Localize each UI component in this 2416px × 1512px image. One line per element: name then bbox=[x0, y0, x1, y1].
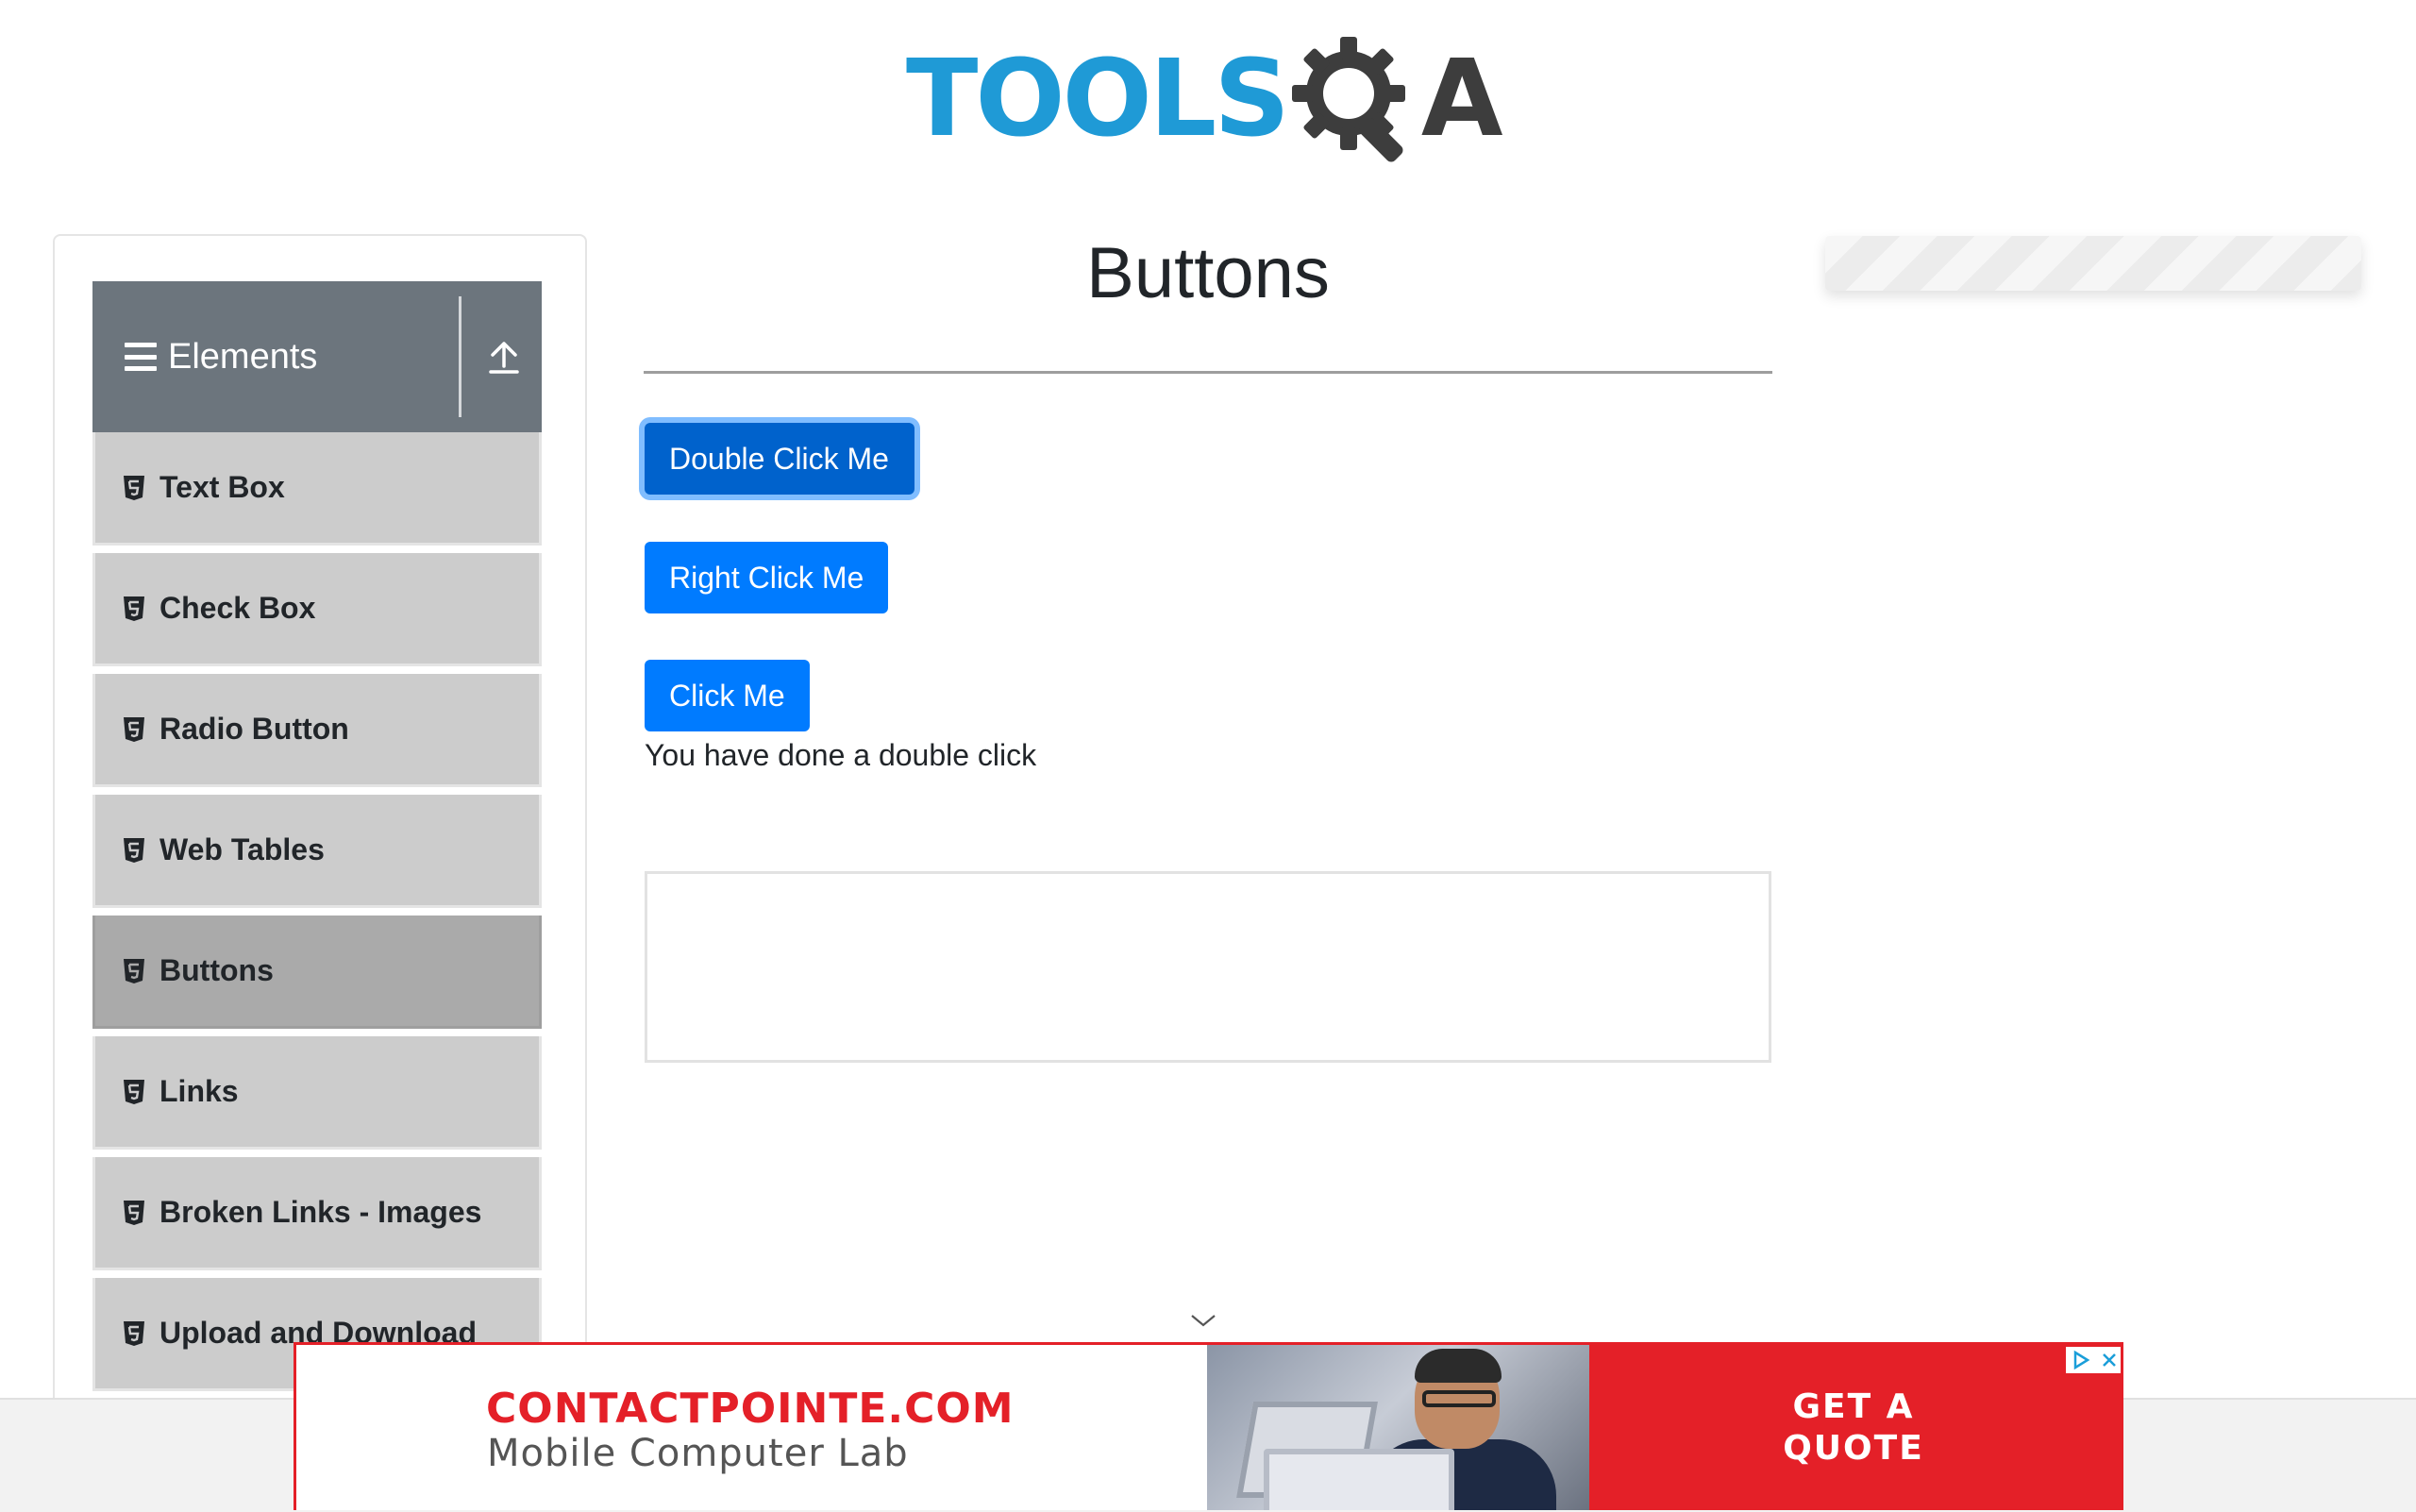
sidebar-item-label: Radio Button bbox=[159, 712, 349, 746]
title-divider bbox=[644, 371, 1772, 374]
group-title: Elements bbox=[168, 336, 318, 377]
ad-cta-text: GET A QUOTE bbox=[1589, 1386, 2118, 1470]
sidebar-item-text-box[interactable]: Text Box bbox=[92, 432, 542, 546]
html5-icon bbox=[124, 1320, 144, 1346]
ad-cta-line2: QUOTE bbox=[1783, 1429, 1924, 1468]
sidebar-item-label: Text Box bbox=[159, 470, 285, 504]
right-ad-placeholder[interactable] bbox=[1825, 236, 2361, 291]
hamburger-icon bbox=[125, 343, 157, 371]
click-me-button[interactable]: Click Me bbox=[645, 660, 810, 731]
content-placeholder-box bbox=[645, 871, 1771, 1063]
adchoices-icon[interactable] bbox=[2071, 1350, 2091, 1370]
elements-menu: Text Box Check Box Radio Button Web Tabl… bbox=[92, 432, 542, 1399]
sidebar-item-label: Web Tables bbox=[159, 832, 325, 866]
toolsqa-logo[interactable]: TOOLS A bbox=[906, 28, 1519, 170]
sidebar-item-label: Broken Links - Images bbox=[159, 1195, 482, 1229]
html5-icon bbox=[124, 1079, 144, 1104]
ad-text-panel: CONTACTPOINTE.COM Mobile Computer Lab bbox=[296, 1345, 1207, 1510]
banner-ad[interactable]: CONTACTPOINTE.COM Mobile Computer Lab GE… bbox=[294, 1342, 2123, 1510]
sidebar-item-web-tables[interactable]: Web Tables bbox=[92, 795, 542, 908]
ad-cta-line1: GET A bbox=[1792, 1387, 1915, 1426]
right-click-button[interactable]: Right Click Me bbox=[645, 542, 888, 613]
html5-icon bbox=[124, 475, 144, 500]
header-divider bbox=[459, 296, 461, 417]
ad-subtitle: Mobile Computer Lab bbox=[487, 1432, 909, 1475]
sidebar-item-broken-links[interactable]: Broken Links - Images bbox=[92, 1157, 542, 1270]
html5-icon bbox=[124, 1200, 144, 1225]
ad-choices-badge[interactable] bbox=[2066, 1347, 2121, 1373]
sidebar-item-buttons[interactable]: Buttons bbox=[92, 916, 542, 1029]
page-title: Buttons bbox=[1086, 233, 1330, 313]
chevron-down-icon[interactable] bbox=[1189, 1312, 1217, 1329]
double-click-button[interactable]: Double Click Me bbox=[645, 423, 914, 495]
sidebar-item-radio-button[interactable]: Radio Button bbox=[92, 674, 542, 787]
ad-cta-button[interactable]: GET A QUOTE bbox=[1589, 1345, 2121, 1510]
elements-group-header[interactable]: Elements bbox=[92, 281, 542, 432]
html5-icon bbox=[124, 596, 144, 621]
sidebar-item-label: Buttons bbox=[159, 953, 274, 987]
sidebar-item-check-box[interactable]: Check Box bbox=[92, 553, 542, 666]
html5-icon bbox=[124, 716, 144, 742]
sidebar-item-label: Links bbox=[159, 1074, 239, 1108]
close-icon[interactable] bbox=[2100, 1351, 2119, 1369]
html5-icon bbox=[124, 958, 144, 983]
logo-a-text: A bbox=[1420, 38, 1503, 160]
double-click-message: You have done a double click bbox=[645, 738, 1037, 772]
html5-icon bbox=[124, 837, 144, 863]
logo-tools-text: TOOLS bbox=[906, 38, 1290, 160]
ad-photo bbox=[1207, 1345, 1589, 1510]
upload-arrow-icon[interactable] bbox=[485, 336, 523, 378]
sidebar-item-label: Check Box bbox=[159, 591, 316, 625]
ad-brand: CONTACTPOINTE.COM bbox=[486, 1385, 1015, 1433]
gear-magnifier-icon bbox=[1291, 37, 1405, 162]
sidebar-item-links[interactable]: Links bbox=[92, 1036, 542, 1150]
